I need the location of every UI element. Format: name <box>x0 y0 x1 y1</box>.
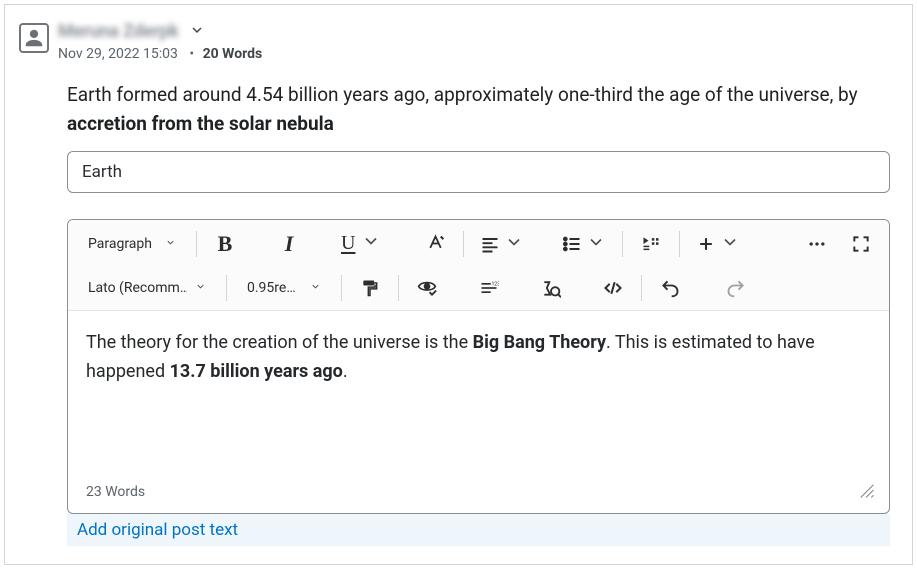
redo-icon <box>726 278 746 298</box>
add-original-post-link[interactable]: Add original post text <box>77 520 238 540</box>
separator <box>463 231 464 257</box>
author-row: Meruna Zderpk <box>58 21 890 42</box>
chevron-down-icon <box>504 232 524 256</box>
paint-roller-icon <box>360 278 380 298</box>
post-meta: Nov 29, 2022 15:03 • 20 Words <box>58 46 890 62</box>
equation-button[interactable] <box>537 274 565 302</box>
word-count-icon: 123 <box>479 278 499 298</box>
post-container: Meruna Zderpk Nov 29, 2022 15:03 • 20 Wo… <box>4 4 913 565</box>
editor-word-count: 23 Words <box>86 484 145 500</box>
avatar <box>19 23 49 53</box>
eye-check-icon <box>417 278 437 298</box>
chevron-down-icon <box>165 236 176 252</box>
redo-button[interactable] <box>722 274 750 302</box>
align-left-icon <box>480 234 500 254</box>
separator <box>641 275 642 301</box>
fullscreen-icon <box>851 234 871 254</box>
resize-grip-icon <box>857 481 875 499</box>
post-timestamp: Nov 29, 2022 15:03 <box>58 46 178 62</box>
separator <box>398 275 399 301</box>
separator <box>196 231 197 257</box>
author-name: Meruna Zderpk <box>58 21 179 42</box>
ellipsis-icon <box>807 234 827 254</box>
insert-stuff-icon <box>641 234 661 254</box>
chevron-down-icon <box>189 22 205 38</box>
editor-content[interactable]: The theory for the creation of the unive… <box>68 311 889 471</box>
chevron-down-icon <box>720 232 740 256</box>
plus-icon <box>696 234 716 254</box>
resize-handle[interactable] <box>857 481 875 503</box>
accessibility-checker-button[interactable] <box>413 274 441 302</box>
bold-button[interactable]: B <box>211 230 239 258</box>
undo-icon <box>660 278 680 298</box>
source-code-button[interactable] <box>599 274 627 302</box>
font-family-select[interactable]: Lato (Recomm… <box>82 276 212 300</box>
list-button[interactable] <box>560 230 608 258</box>
post-word-count: 20 Words <box>203 46 263 62</box>
text-color-icon <box>425 233 446 254</box>
undo-button[interactable] <box>656 274 684 302</box>
chevron-down-icon <box>310 280 321 296</box>
toolbar-row-2: Lato (Recomm… 0.95re… <box>68 266 889 310</box>
font-size-select[interactable]: 0.95re… <box>241 276 327 300</box>
text-color-button[interactable] <box>421 230 449 258</box>
separator <box>679 231 680 257</box>
italic-button[interactable]: I <box>275 230 303 258</box>
post-header: Meruna Zderpk Nov 29, 2022 15:03 • 20 Wo… <box>19 21 890 62</box>
fullscreen-button[interactable] <box>847 230 875 258</box>
insert-media-button[interactable] <box>637 230 665 258</box>
equation-icon <box>541 278 561 298</box>
separator <box>341 275 342 301</box>
chevron-down-icon <box>195 280 206 296</box>
history-group <box>656 274 750 302</box>
paragraph-group <box>478 230 608 258</box>
block-format-select[interactable]: Paragraph <box>82 232 182 256</box>
align-button[interactable] <box>478 230 526 258</box>
meta-separator: • <box>189 46 194 62</box>
post-body: Earth formed around 4.54 billion years a… <box>67 80 890 546</box>
quoted-text: Earth formed around 4.54 billion years a… <box>67 80 890 139</box>
text-style-group: B I U <box>211 230 449 258</box>
title-input[interactable] <box>67 151 890 193</box>
word-count-button[interactable]: 123 <box>475 274 503 302</box>
separator <box>226 275 227 301</box>
editor-footer: 23 Words <box>68 471 889 513</box>
header-text: Meruna Zderpk Nov 29, 2022 15:03 • 20 Wo… <box>58 21 890 62</box>
insert-group: 123 <box>413 274 627 302</box>
add-original-row: Add original post text <box>67 514 890 546</box>
editor-toolbar: Paragraph B I U <box>68 220 889 311</box>
code-icon <box>603 278 623 298</box>
chevron-down-icon <box>361 231 381 257</box>
format-painter-button[interactable] <box>356 274 384 302</box>
more-actions-button[interactable] <box>803 230 831 258</box>
insert-more-button[interactable] <box>694 230 742 258</box>
underline-button[interactable]: U <box>339 230 383 258</box>
svg-text:123: 123 <box>492 281 500 287</box>
bullet-list-icon <box>562 234 582 254</box>
user-icon <box>23 27 45 49</box>
chevron-down-icon <box>586 232 606 256</box>
toolbar-row-1: Paragraph B I U <box>68 220 889 266</box>
separator <box>622 231 623 257</box>
rich-text-editor: Paragraph B I U <box>67 219 890 514</box>
author-chevron[interactable] <box>189 22 205 42</box>
